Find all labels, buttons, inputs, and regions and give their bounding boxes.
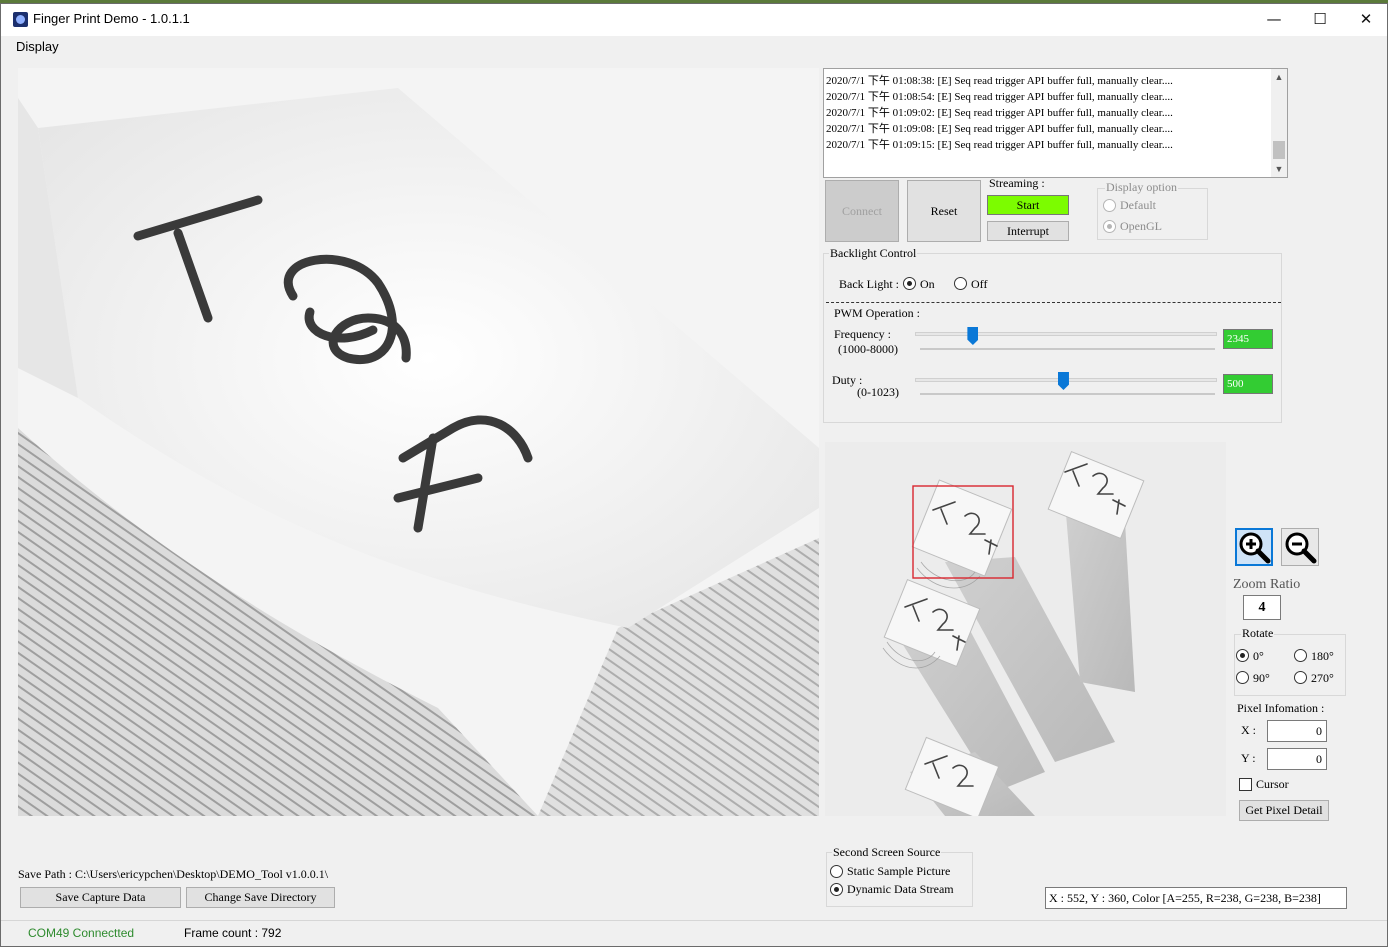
frequency-label: Frequency : [834, 327, 891, 341]
title-bar: Finger Print Demo - 1.0.1.1 — ☐ ✕ [1, 4, 1387, 36]
save-path-label: Save Path : C:\Users\ericypchen\Desktop\… [18, 867, 329, 881]
main-image-view[interactable] [18, 68, 819, 816]
menu-bar: Display [1, 36, 1387, 58]
display-option-label: Display option [1105, 180, 1178, 195]
log-line: 2020/7/1 下午 01:09:15: [E] Seq read trigg… [826, 139, 1173, 151]
radio-opengl-label: OpenGL [1120, 219, 1162, 233]
event-log[interactable]: 2020/7/1 下午 01:08:38: [E] Seq read trigg… [823, 68, 1288, 178]
dynamic-stream-radio[interactable] [830, 883, 843, 896]
zoom-in-button[interactable] [1235, 528, 1273, 566]
zoom-ratio-value[interactable]: 4 [1243, 595, 1281, 620]
scroll-thumb[interactable] [1273, 141, 1285, 159]
backlight-on-radio[interactable] [903, 277, 916, 290]
pixel-y-input[interactable]: 0 [1267, 748, 1327, 770]
zoom-in-icon [1239, 532, 1271, 564]
app-window: Finger Print Demo - 1.0.1.1 — ☐ ✕ Displa… [0, 3, 1388, 947]
log-scrollbar[interactable]: ▲ ▼ [1271, 69, 1287, 177]
rotate-270-label: 270° [1311, 671, 1334, 685]
close-icon: ✕ [1359, 10, 1373, 28]
pixel-info-label: Pixel Infomation : [1237, 701, 1325, 715]
frequency-slider-ticks [920, 348, 1215, 350]
dynamic-stream-label: Dynamic Data Stream [847, 882, 954, 896]
pixel-color-readout: X : 552, Y : 360, Color [A=255, R=238, G… [1045, 887, 1347, 909]
log-line: 2020/7/1 下午 01:09:02: [E] Seq read trigg… [826, 107, 1173, 119]
streaming-label: Streaming : [989, 176, 1045, 190]
scroll-down-icon[interactable]: ▼ [1271, 161, 1287, 177]
radio-default[interactable] [1103, 199, 1116, 212]
menu-display[interactable]: Display [16, 39, 59, 54]
fingerprint-app-icon [13, 12, 28, 27]
interrupt-button[interactable]: Interrupt [987, 221, 1069, 241]
pixel-y-label: Y : [1241, 751, 1256, 765]
get-pixel-detail-button[interactable]: Get Pixel Detail [1239, 800, 1329, 821]
change-save-directory-button[interactable]: Change Save Directory [186, 887, 335, 908]
duty-slider-ticks [920, 393, 1215, 395]
frequency-range: (1000-8000) [838, 342, 898, 356]
backlight-on-label: On [920, 277, 935, 291]
radio-default-label: Default [1120, 198, 1156, 212]
rotate-label: Rotate [1241, 626, 1275, 641]
rotate-270-radio[interactable] [1294, 671, 1307, 684]
status-bar: COM49 Connectted Frame count : 792 [1, 920, 1387, 946]
pwm-operation-label: PWM Operation : [834, 306, 920, 320]
log-line: 2020/7/1 下午 01:09:08: [E] Seq read trigg… [826, 123, 1173, 135]
backlight-off-label: Off [971, 277, 988, 291]
reset-button[interactable]: Reset [907, 180, 981, 242]
frequency-slider-track[interactable] [915, 332, 1217, 336]
rotate-0-radio[interactable] [1236, 649, 1249, 662]
frame-count: Frame count : 792 [184, 926, 282, 940]
cursor-label: Cursor [1256, 777, 1289, 791]
static-sample-label: Static Sample Picture [847, 864, 951, 878]
rotate-0-label: 0° [1253, 649, 1264, 663]
backlight-off-radio[interactable] [954, 277, 967, 290]
backlight-label: Back Light : [839, 277, 899, 291]
maximize-button[interactable]: ☐ [1297, 4, 1343, 34]
second-screen-group [826, 852, 973, 907]
separator [826, 302, 1281, 303]
rotate-180-label: 180° [1311, 649, 1334, 663]
save-capture-button[interactable]: Save Capture Data [20, 887, 181, 908]
fingerprint-main-image [18, 68, 819, 816]
duty-range: (0-1023) [857, 385, 899, 399]
rotate-90-label: 90° [1253, 671, 1270, 685]
hand-preview-image [825, 442, 1226, 816]
duty-value[interactable]: 500 [1223, 374, 1273, 394]
connect-button[interactable]: Connect [825, 180, 899, 242]
log-line: 2020/7/1 下午 01:08:38: [E] Seq read trigg… [826, 75, 1173, 87]
rotate-180-radio[interactable] [1294, 649, 1307, 662]
log-line: 2020/7/1 下午 01:08:54: [E] Seq read trigg… [826, 91, 1173, 103]
window-title: Finger Print Demo - 1.0.1.1 [33, 11, 190, 26]
minimize-button[interactable]: — [1251, 4, 1297, 34]
backlight-control-label: Backlight Control [829, 246, 918, 261]
frequency-value[interactable]: 2345 [1223, 329, 1273, 349]
radio-opengl[interactable] [1103, 220, 1116, 233]
maximize-icon: ☐ [1313, 10, 1327, 28]
scroll-up-icon[interactable]: ▲ [1271, 69, 1287, 85]
connection-status: COM49 Connectted [28, 926, 135, 940]
cursor-checkbox[interactable] [1239, 778, 1252, 791]
close-button[interactable]: ✕ [1343, 4, 1388, 34]
start-streaming-button[interactable]: Start [987, 195, 1069, 215]
second-screen-label: Second Screen Source [832, 845, 942, 860]
pixel-x-label: X : [1241, 723, 1256, 737]
rotate-group [1234, 634, 1346, 696]
static-sample-radio[interactable] [830, 865, 843, 878]
zoom-out-button[interactable] [1281, 528, 1319, 566]
overview-image[interactable] [825, 442, 1226, 816]
pixel-x-input[interactable]: 0 [1267, 720, 1327, 742]
zoom-ratio-label: Zoom Ratio [1233, 577, 1301, 592]
minimize-icon: — [1266, 10, 1282, 28]
rotate-90-radio[interactable] [1236, 671, 1249, 684]
zoom-out-icon [1285, 532, 1317, 564]
